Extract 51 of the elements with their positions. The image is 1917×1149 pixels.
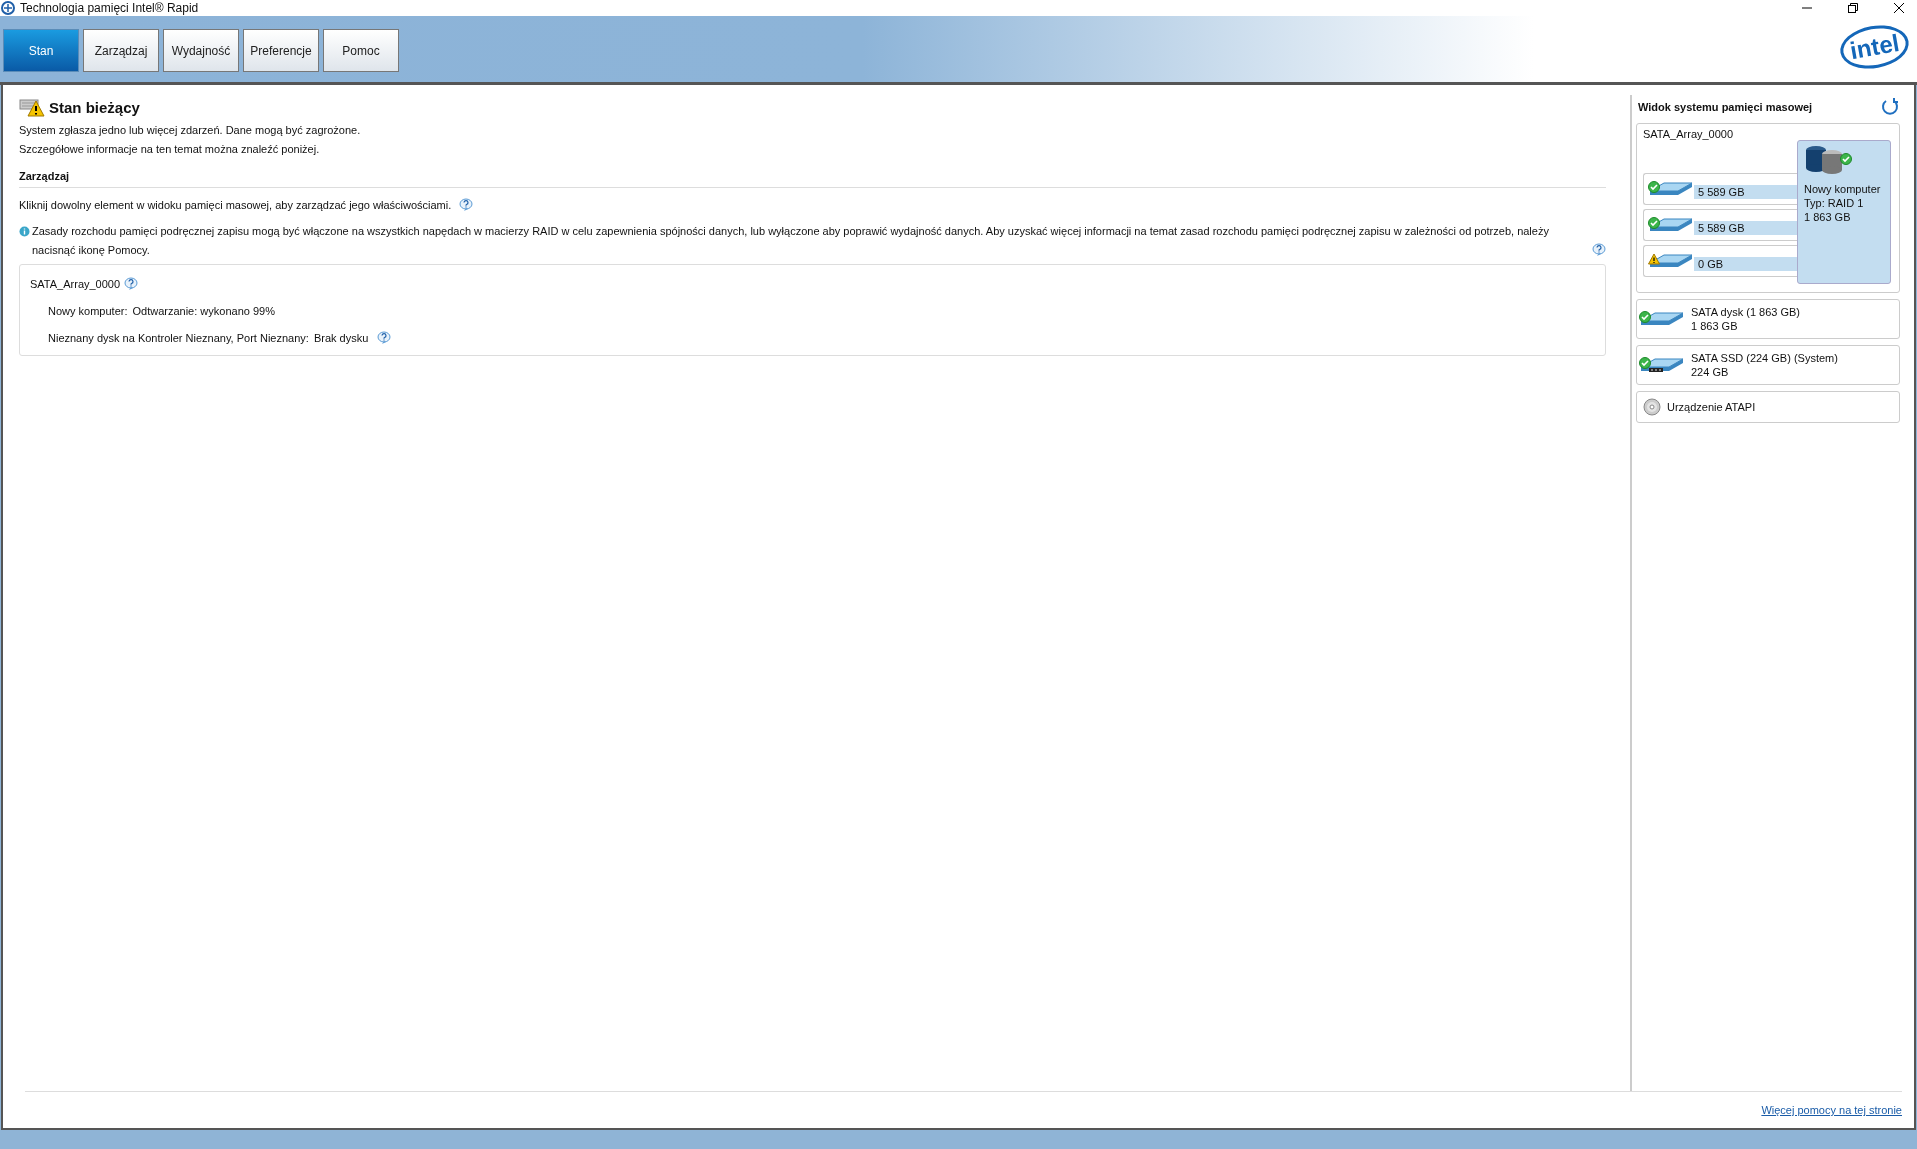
- disk-size: 5 589 GB: [1694, 185, 1797, 199]
- device-card[interactable]: SATA dysk (1 863 GB) 1 863 GB: [1636, 299, 1900, 339]
- disk-row[interactable]: 5 589 GB: [1643, 173, 1797, 205]
- device-name: Urządzenie ATAPI: [1667, 400, 1756, 414]
- app-icon: [1, 1, 15, 15]
- volume-size: 1 863 GB: [1804, 210, 1852, 224]
- tab[interactable]: Preferencje: [243, 29, 319, 72]
- tab[interactable]: Wydajność: [163, 29, 239, 72]
- help-icon[interactable]: [124, 277, 139, 292]
- help-link[interactable]: Więcej pomocy na tej stronie: [1761, 1104, 1902, 1116]
- tab[interactable]: Stan: [3, 29, 79, 72]
- device-card[interactable]: SATA SSD (224 GB) (System) 224 GB: [1636, 345, 1900, 385]
- help-icon[interactable]: [1592, 242, 1606, 257]
- help-icon[interactable]: [459, 198, 474, 213]
- info-text: Zasady rozchodu pamięci podręcznej zapisu mogą być włączone na wszystkich napędach w macierzy RAID w celu zapewnienia spójności danych, lub wyłączone aby poprawić wydajność danych. Aby uzyskać więcej informacji na temat zasad rozchodu pamięci podręcznej zapisu w zależności od potrzeb, należy nacisnąć ikonę Pomocy.: [32, 224, 1550, 259]
- disk-size: 5 589 GB: [1694, 221, 1797, 235]
- disk-size: 0 GB: [1694, 257, 1797, 271]
- tab[interactable]: Zarządzaj: [83, 29, 159, 72]
- warning-drive-icon: [19, 97, 45, 117]
- volume-name: Nowy komputer: [1804, 182, 1882, 196]
- info-icon: [19, 226, 30, 238]
- device-card[interactable]: Urządzenie ATAPI: [1636, 391, 1900, 423]
- section-title: Stan bieżący: [49, 98, 140, 116]
- panel-title: Widok systemu pamięci masowej: [1638, 101, 1813, 113]
- status-text: Szczegółowe informacje na ten temat można znaleźć poniżej.: [19, 142, 321, 157]
- status-text: System zgłasza jedno lub więcej zdarzeń. Dane mogą być zagrożone.: [19, 123, 362, 138]
- section-heading: Zarządzaj: [19, 170, 1606, 188]
- event-label: Nieznany dysk na Kontroler Nieznany, Port Nieznany:: [48, 332, 309, 345]
- device-size: 224 GB: [1691, 365, 1730, 379]
- tab[interactable]: Pomoc: [323, 29, 399, 72]
- disc-icon: [1643, 398, 1661, 416]
- close-icon[interactable]: [1893, 2, 1905, 14]
- device-size: 1 863 GB: [1691, 319, 1739, 333]
- device-name: SATA dysk (1 863 GB): [1691, 305, 1801, 319]
- database-icon: [1804, 145, 1844, 175]
- disk-row[interactable]: 5 589 GB: [1643, 209, 1797, 241]
- volume-tile[interactable]: Nowy komputer Typ: RAID 1 1 863 GB: [1797, 140, 1891, 284]
- hint-text: Kliknij dowolny element w widoku pamięci masowej, aby zarządzać jego właściwościami.: [19, 199, 452, 212]
- window-title: Technologia pamięci Intel® Rapid: [20, 1, 199, 15]
- event-label: Nowy komputer:: [48, 305, 128, 318]
- array-name: SATA_Array_0000: [30, 278, 121, 291]
- array-card[interactable]: SATA_Array_0000 5 589 GB 5 589 GB 0 GB Nowy komputer Typ: RAID 1 1 863 GB: [1636, 123, 1900, 293]
- volume-type: Typ: RAID 1: [1804, 196, 1865, 210]
- event-value: Odtwarzanie: wykonano 99%: [132, 305, 275, 318]
- event-value: Brak dysku: [313, 332, 369, 345]
- restore-icon[interactable]: [1847, 2, 1859, 14]
- refresh-icon[interactable]: [1880, 97, 1900, 117]
- help-icon[interactable]: [377, 331, 392, 346]
- array-name: SATA_Array_0000: [1643, 128, 1734, 140]
- device-name: SATA SSD (224 GB) (System): [1691, 351, 1838, 365]
- disk-row[interactable]: 0 GB: [1643, 245, 1797, 277]
